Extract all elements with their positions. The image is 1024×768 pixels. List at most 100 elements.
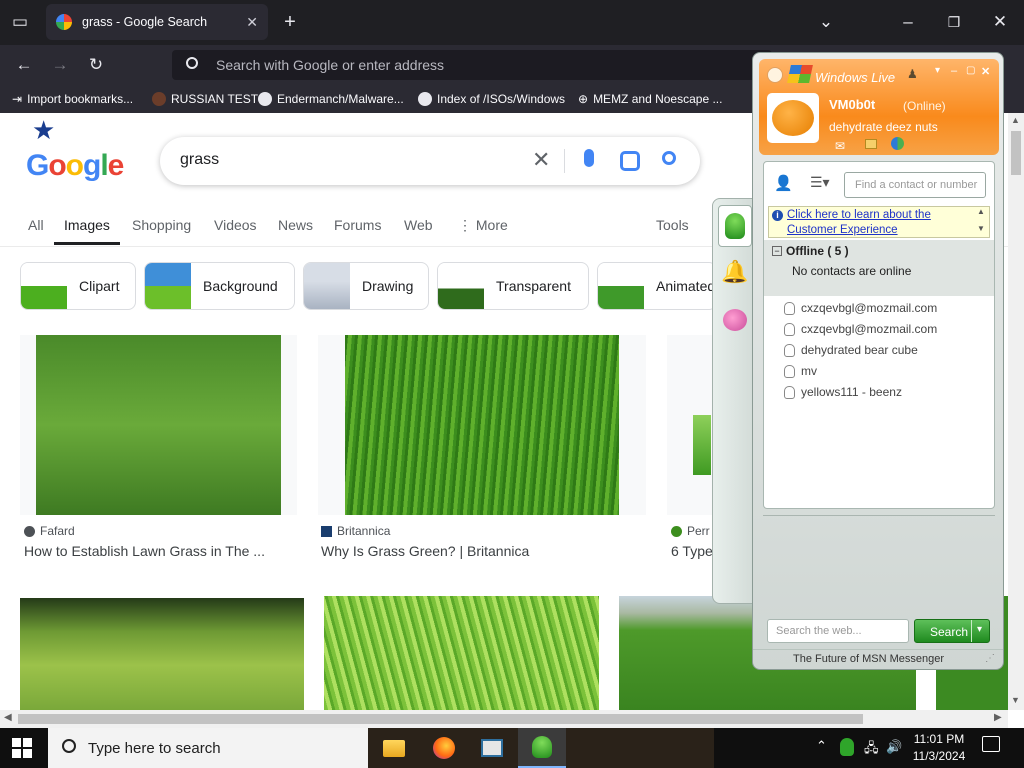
tab-images[interactable]: Images — [64, 217, 110, 233]
bookmark-import[interactable]: ⇥ Import bookmarks... — [12, 90, 133, 108]
browser-tab[interactable]: grass - Google Search ✕ — [46, 4, 268, 40]
find-contact-input[interactable]: Find a contact or number — [844, 172, 986, 198]
firefox-icon[interactable] — [420, 728, 468, 768]
status-text[interactable]: (Online) — [903, 99, 946, 113]
vertical-scrollbar[interactable]: ▲ ▼ — [1008, 113, 1024, 710]
messenger-tray-icon[interactable] — [840, 738, 854, 756]
tab-all[interactable]: All — [28, 217, 44, 233]
avatar[interactable] — [767, 93, 819, 143]
file-explorer-icon[interactable] — [370, 728, 418, 768]
banner-link[interactable]: Click here to learn about the Customer E… — [787, 208, 973, 238]
network-icon[interactable]: 🖧 — [864, 739, 879, 761]
close-window-icon[interactable]: ✕ — [988, 10, 1012, 34]
minimize-icon[interactable]: – — [896, 10, 920, 34]
spaces-icon[interactable] — [891, 137, 904, 150]
chip-clipart[interactable]: Clipart — [20, 262, 136, 310]
emoticons-tab[interactable] — [718, 299, 752, 341]
taskbar-search[interactable]: Type here to search — [48, 728, 368, 768]
contact-item[interactable]: cxzqevbgl@mozmail.com — [784, 322, 937, 336]
web-search-button[interactable]: Search ▾ — [914, 619, 990, 643]
minimize-icon[interactable]: – — [951, 65, 957, 77]
result-source[interactable]: Perr — [671, 524, 710, 538]
chip-background[interactable]: Background — [144, 262, 295, 310]
tab-news[interactable]: News — [278, 217, 313, 233]
tools-button[interactable]: Tools — [656, 217, 689, 233]
messenger-taskbar-icon[interactable] — [518, 728, 566, 768]
result-source[interactable]: Britannica — [321, 524, 390, 538]
horizontal-scrollbar[interactable]: ◀ ▶ — [0, 710, 1008, 728]
close-tab-icon[interactable]: ✕ — [246, 14, 258, 31]
people-icon[interactable]: ♟ — [907, 67, 918, 81]
reload-icon[interactable]: ↻ — [84, 53, 108, 77]
chevron-down-icon[interactable]: ⌄ — [814, 10, 838, 34]
google-search-box[interactable]: grass ✕ — [160, 137, 700, 185]
contacts-tab[interactable] — [718, 205, 752, 247]
mail-icon[interactable]: ✉ — [835, 139, 845, 153]
tab-more[interactable]: ⋮ More — [458, 217, 508, 234]
image-result[interactable] — [20, 598, 304, 710]
add-contact-icon[interactable]: 👤 — [774, 174, 793, 192]
contact-item[interactable]: mv — [784, 364, 817, 378]
banner-scroll-down-icon[interactable]: ▼ — [977, 224, 985, 233]
contact-item[interactable]: yellows111 - beenz — [784, 385, 902, 399]
search-icon[interactable] — [662, 151, 676, 165]
back-icon[interactable]: ← — [12, 53, 36, 77]
info-banner[interactable]: i Click here to learn about the Customer… — [768, 206, 990, 238]
new-tab-icon[interactable]: + — [278, 10, 302, 34]
restore-icon[interactable]: ❐ — [942, 10, 966, 34]
web-search-input[interactable]: Search the web... — [767, 619, 909, 643]
result-title[interactable]: How to Establish Lawn Grass in The ... — [24, 543, 265, 559]
clear-icon[interactable]: ✕ — [532, 147, 550, 173]
chevron-down-icon[interactable]: ▾ — [935, 65, 940, 76]
bookmark-endermanch[interactable]: Endermanch/Malware... — [258, 90, 404, 108]
contact-item[interactable]: dehydrated bear cube — [784, 343, 918, 357]
result-title[interactable]: 6 Type — [671, 543, 713, 559]
chip-animated[interactable]: Animated — [597, 262, 717, 310]
chevron-up-icon[interactable]: ⌃ — [816, 738, 827, 754]
scroll-thumb[interactable] — [1011, 131, 1021, 175]
chevron-down-icon[interactable]: ▾ — [977, 624, 982, 635]
offline-group[interactable]: − Offline ( 5 ) No contacts are online — [764, 240, 994, 296]
image-result[interactable] — [324, 596, 599, 710]
personal-message[interactable]: dehydrate deez nuts — [829, 120, 938, 134]
result-title[interactable]: Why Is Grass Green? | Britannica — [321, 543, 529, 559]
bookmark-russian-test[interactable]: RUSSIAN TEST — [152, 90, 258, 108]
search-query[interactable]: grass — [180, 151, 219, 169]
chip-drawing[interactable]: Drawing — [303, 262, 429, 310]
microphone-icon[interactable] — [584, 149, 594, 167]
scroll-up-icon[interactable]: ▲ — [1011, 115, 1020, 125]
tab-forums[interactable]: Forums — [334, 217, 381, 233]
news-app-icon[interactable] — [468, 728, 516, 768]
bookmark-index-isos[interactable]: Index of /ISOs/Windows — [418, 90, 565, 108]
banner-scroll-up-icon[interactable]: ▲ — [977, 207, 985, 216]
contact-item[interactable]: cxzqevbgl@mozmail.com — [784, 301, 937, 315]
scroll-left-icon[interactable]: ◀ — [4, 712, 12, 723]
resize-grip-icon[interactable]: ⋰ — [985, 653, 995, 664]
result-source[interactable]: Fafard — [24, 524, 75, 538]
messenger-menu-icon[interactable] — [767, 67, 783, 83]
tab-shopping[interactable]: Shopping — [132, 217, 191, 233]
tab-web[interactable]: Web — [404, 217, 433, 233]
folder-icon[interactable] — [865, 139, 877, 149]
image-result[interactable] — [318, 335, 646, 515]
list-view-icon[interactable]: ☰▾ — [810, 174, 830, 191]
tab-list-icon[interactable]: ▭ — [8, 10, 32, 34]
maximize-icon[interactable]: ▢ — [966, 65, 975, 76]
lens-icon[interactable] — [620, 151, 640, 171]
image-result[interactable] — [20, 335, 297, 515]
close-icon[interactable]: ✕ — [981, 65, 990, 78]
address-bar[interactable]: Search with Google or enter address — [172, 50, 772, 80]
notification-icon[interactable] — [982, 736, 1000, 752]
scroll-right-icon[interactable]: ▶ — [994, 712, 1002, 723]
display-name[interactable]: VM0b0t — [829, 97, 875, 112]
clock[interactable]: 11:01 PM 11/3/2024 — [908, 730, 970, 766]
forward-icon[interactable]: → — [48, 53, 72, 77]
google-doodle-logo[interactable]: ★ Google — [0, 115, 124, 182]
volume-icon[interactable]: 🔊 — [886, 739, 902, 755]
start-button-icon[interactable] — [12, 738, 32, 758]
tab-videos[interactable]: Videos — [214, 217, 257, 233]
bell-icon[interactable]: 🔔 — [718, 251, 752, 293]
scroll-thumb[interactable] — [18, 714, 863, 724]
chip-transparent[interactable]: Transparent — [437, 262, 589, 310]
collapse-icon[interactable]: − — [772, 246, 782, 256]
